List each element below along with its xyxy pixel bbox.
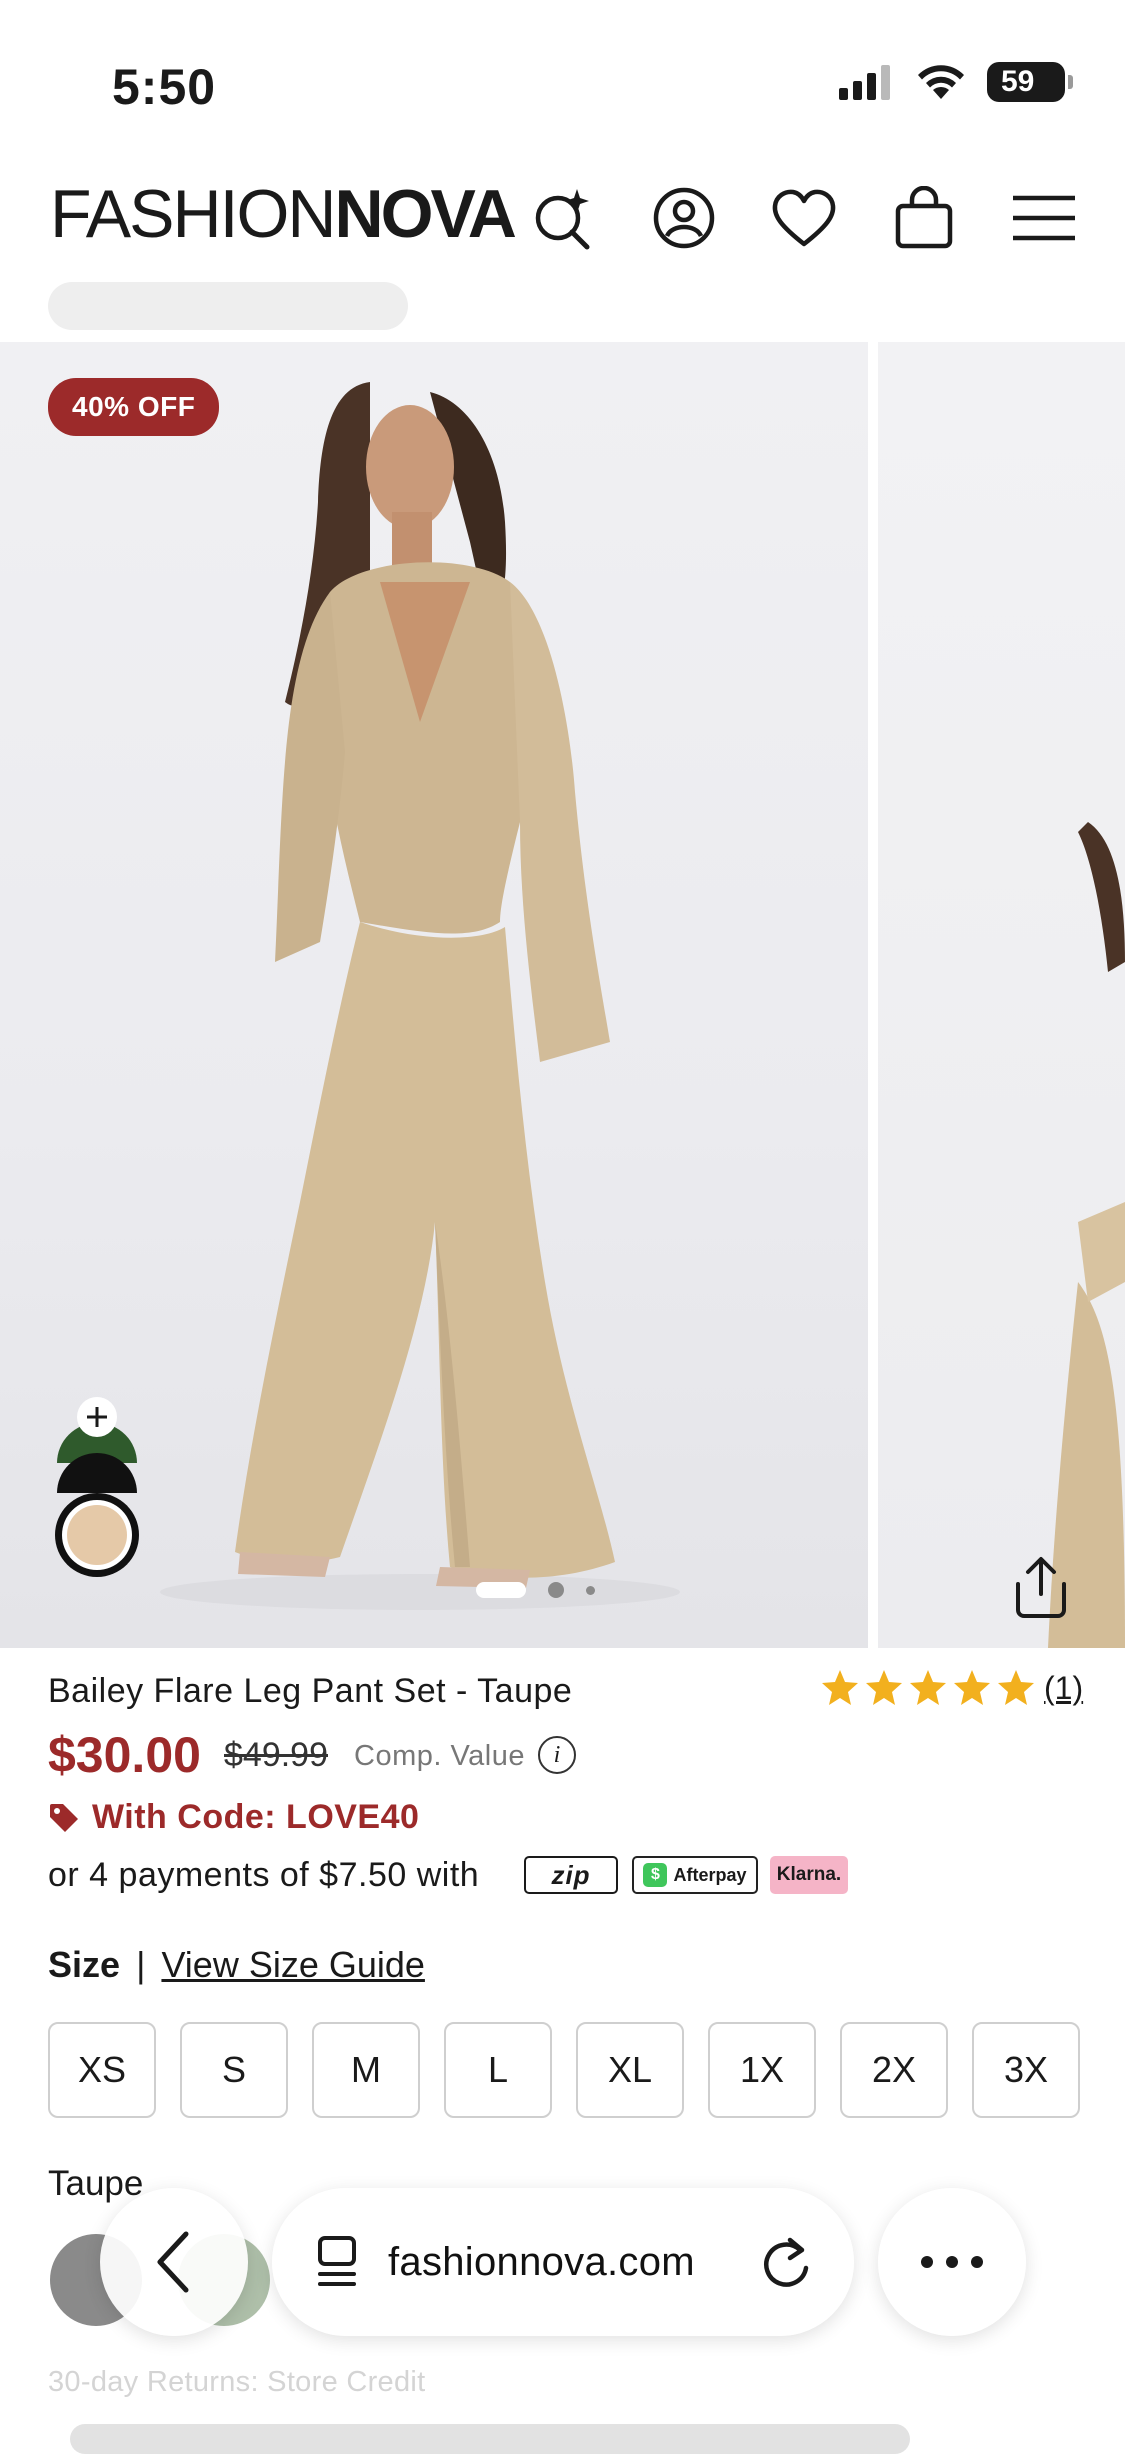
logo-light-text: FASHION <box>50 176 336 252</box>
wishlist-button[interactable] <box>764 178 844 258</box>
size-option-1x[interactable]: 1X <box>708 2022 816 2118</box>
afterpay-badge[interactable]: $ Afterpay <box>632 1856 758 1894</box>
size-option-xl[interactable]: XL <box>576 2022 684 2118</box>
size-options: XS S M L XL 1X 2X 3X <box>48 2022 1080 2118</box>
chevron-left-icon <box>157 2231 189 2293</box>
share-button[interactable] <box>1008 1554 1074 1625</box>
original-price: $49.99 <box>224 1736 328 1774</box>
share-icon <box>1016 1557 1066 1618</box>
star-icon <box>822 1670 858 1705</box>
comp-value-label: Comp. Value <box>354 1740 525 1772</box>
color-label: Taupe <box>48 2164 144 2203</box>
color-swatch-stack[interactable] <box>50 1395 145 1585</box>
zip-text: zip <box>551 1859 591 1890</box>
review-count-link[interactable]: (1) <box>1044 1670 1083 1707</box>
search-sparkle-icon <box>535 189 590 250</box>
afterpay-text: Afterpay <box>673 1864 747 1885</box>
battery-level: 59 <box>1001 65 1035 98</box>
returns-policy: 30-day Returns: Store Credit <box>48 2366 426 2398</box>
afterpay-logo-icon: $ <box>643 1863 668 1887</box>
size-option-s[interactable]: S <box>180 2022 288 2118</box>
carousel-dots[interactable] <box>476 1582 595 1598</box>
promo-code-text: With Code: LOVE40 <box>92 1798 420 1836</box>
zip-badge[interactable]: zip <box>524 1856 618 1894</box>
installments-text: or 4 payments of $7.50 with <box>48 1856 480 1894</box>
reload-icon[interactable] <box>760 2234 814 2290</box>
battery-indicator: 59 <box>987 62 1073 102</box>
size-guide-link[interactable]: View Size Guide <box>161 1944 424 1985</box>
back-button[interactable] <box>100 2188 248 2336</box>
discount-badge: 40% OFF <box>48 378 220 436</box>
size-label: Size <box>48 1944 121 1985</box>
size-option-m[interactable]: M <box>312 2022 420 2118</box>
bag-icon <box>895 186 953 249</box>
breadcrumb-placeholder <box>48 282 408 330</box>
tabs-icon <box>318 2236 356 2286</box>
klarna-badge[interactable]: Klarna. <box>770 1856 848 1894</box>
size-separator: | <box>136 1944 146 1985</box>
heart-icon <box>772 189 836 247</box>
product-title: Bailey Flare Leg Pant Set - Taupe <box>48 1672 573 1710</box>
menu-button[interactable] <box>1004 178 1084 258</box>
add-to-bag-placeholder <box>70 2424 910 2454</box>
info-icon[interactable]: i <box>538 1736 576 1774</box>
star-icon <box>954 1670 990 1705</box>
size-option-xs[interactable]: XS <box>48 2022 156 2118</box>
more-dots-icon <box>921 2256 983 2268</box>
menu-icon <box>1013 195 1075 241</box>
brand-logo[interactable]: FASHIONNOVA <box>50 180 517 248</box>
logo-bold-text: NOVA <box>334 176 517 252</box>
status-time: 5:50 <box>112 59 217 115</box>
klarna-text: Klarna. <box>776 1864 842 1885</box>
size-option-3x[interactable]: 3X <box>972 2022 1080 2118</box>
size-section-label: Size | View Size Guide <box>48 1944 425 1986</box>
star-icon <box>866 1670 902 1705</box>
rating-stars[interactable] <box>820 1668 1036 1706</box>
tag-icon <box>50 1803 78 1832</box>
address-bar[interactable]: fashionnova.com <box>272 2188 854 2336</box>
search-button[interactable] <box>524 178 604 258</box>
status-icons: 59 <box>837 62 1073 102</box>
swatch-taupe[interactable] <box>67 1505 127 1565</box>
account-icon <box>653 187 715 249</box>
star-icon <box>998 1670 1034 1705</box>
product-gallery[interactable] <box>0 342 1125 1648</box>
size-option-2x[interactable]: 2X <box>840 2022 948 2118</box>
more-options-button[interactable] <box>878 2188 1026 2336</box>
wifi-icon <box>918 65 964 99</box>
carousel-dot-active[interactable] <box>476 1582 526 1598</box>
size-option-l[interactable]: L <box>444 2022 552 2118</box>
account-button[interactable] <box>644 178 724 258</box>
signal-icon <box>839 65 890 100</box>
sale-price: $30.00 <box>48 1727 201 1783</box>
carousel-dot[interactable] <box>586 1585 595 1595</box>
promo-code: With Code: LOVE40 <box>48 1798 419 1837</box>
model-photo-partial <box>1048 822 1125 1648</box>
product-image-next[interactable] <box>878 342 1125 1648</box>
carousel-dot[interactable] <box>548 1582 564 1598</box>
cart-button[interactable] <box>884 178 964 258</box>
star-icon <box>910 1670 946 1705</box>
url-text[interactable]: fashionnova.com <box>388 2240 760 2285</box>
